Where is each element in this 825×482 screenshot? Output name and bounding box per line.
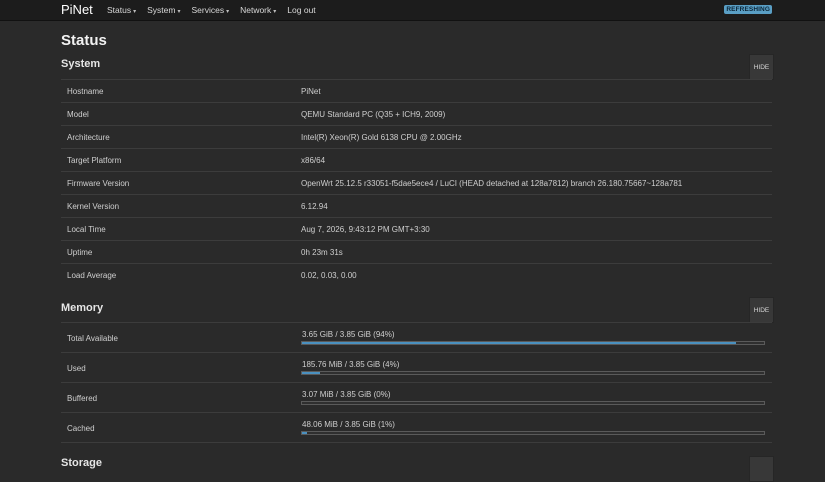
row-value: Aug 7, 2026, 9:43:12 PM GMT+3:30 bbox=[301, 225, 430, 234]
storage-section-title: Storage bbox=[61, 457, 102, 469]
row-label: Kernel Version bbox=[67, 202, 120, 211]
menu-network[interactable]: Network ▾ bbox=[240, 5, 276, 15]
row-value: Intel(R) Xeon(R) Gold 6138 CPU @ 2.00GHz bbox=[301, 133, 462, 142]
row-label: Used bbox=[67, 364, 86, 373]
row-label: Hostname bbox=[67, 87, 104, 96]
page-title: Status bbox=[61, 32, 107, 49]
storage-hide-button[interactable] bbox=[749, 456, 774, 482]
chevron-down-icon: ▾ bbox=[226, 9, 230, 15]
progress-fill bbox=[302, 432, 307, 434]
row-label: Local Time bbox=[67, 225, 106, 234]
memory-hide-button[interactable]: HIDE bbox=[749, 297, 774, 323]
row-value: 0h 23m 31s bbox=[301, 248, 343, 257]
table-row: Firmware Version OpenWrt 25.12.5 r33051-… bbox=[61, 171, 772, 194]
table-row: Target Platform x86/64 bbox=[61, 148, 772, 171]
row-label: Cached bbox=[67, 424, 95, 433]
brand-title[interactable]: PiNet bbox=[61, 2, 93, 17]
progress-bar bbox=[301, 341, 765, 345]
chevron-down-icon: ▾ bbox=[177, 9, 181, 15]
top-navbar: PiNet Status ▾ System ▾ Services ▾ Network ▾… bbox=[0, 0, 825, 21]
table-row: Model QEMU Standard PC (Q35 + ICH9, 2009… bbox=[61, 102, 772, 125]
menu-status[interactable]: Status ▾ bbox=[107, 5, 136, 15]
chevron-down-icon: ▾ bbox=[133, 9, 137, 15]
progress-text: 3.07 MiB / 3.85 GiB (0%) bbox=[302, 390, 391, 399]
table-bottom-border bbox=[61, 442, 772, 443]
row-label: Uptime bbox=[67, 248, 93, 257]
row-value: x86/64 bbox=[301, 156, 326, 165]
main-menu: Status ▾ System ▾ Services ▾ Network ▾ Log o… bbox=[107, 5, 327, 15]
row-label: Buffered bbox=[67, 394, 98, 403]
system-hide-button[interactable]: HIDE bbox=[749, 54, 774, 80]
table-row: Uptime 0h 23m 31s bbox=[61, 240, 772, 263]
progress-fill bbox=[302, 342, 737, 344]
row-label: Target Platform bbox=[67, 156, 122, 165]
table-row: Hostname PiNet bbox=[61, 79, 772, 102]
row-label: Architecture bbox=[67, 133, 110, 142]
row-value: OpenWrt 25.12.5 r33051-f5dae5ece4 / LuCI… bbox=[301, 179, 683, 188]
menu-services[interactable]: Services ▾ bbox=[191, 5, 229, 15]
system-table: Hostname PiNet Model QEMU Standard PC (Q… bbox=[61, 79, 772, 286]
table-row: Buffered 3.07 MiB / 3.85 GiB (0%) bbox=[61, 382, 772, 412]
row-value: PiNet bbox=[301, 87, 321, 96]
progress-text: 48.06 MiB / 3.85 GiB (1%) bbox=[302, 420, 395, 429]
row-value: 6.12.94 bbox=[301, 202, 328, 211]
menu-logout[interactable]: Log out bbox=[287, 5, 315, 15]
refreshing-badge[interactable]: REFRESHING bbox=[724, 5, 772, 14]
table-row: Total Available 3.65 GiB / 3.85 GiB (94%… bbox=[61, 322, 772, 352]
menu-status-label: Status bbox=[107, 5, 132, 15]
row-label: Firmware Version bbox=[67, 179, 130, 188]
table-row: Load Average 0.02, 0.03, 0.00 bbox=[61, 263, 772, 286]
menu-system-label: System bbox=[147, 5, 176, 15]
chevron-down-icon: ▾ bbox=[273, 9, 277, 15]
row-value: QEMU Standard PC (Q35 + ICH9, 2009) bbox=[301, 110, 446, 119]
row-value: 0.02, 0.03, 0.00 bbox=[301, 271, 357, 280]
progress-fill bbox=[302, 372, 321, 374]
progress-bar bbox=[301, 371, 765, 375]
menu-logout-label: Log out bbox=[287, 5, 316, 15]
row-label: Model bbox=[67, 110, 89, 119]
menu-services-label: Services bbox=[191, 5, 225, 15]
system-section-title: System bbox=[61, 58, 101, 70]
progress-text: 3.65 GiB / 3.85 GiB (94%) bbox=[302, 330, 395, 339]
memory-table: Total Available 3.65 GiB / 3.85 GiB (94%… bbox=[61, 322, 772, 443]
memory-section-title: Memory bbox=[61, 302, 104, 314]
row-label: Total Available bbox=[67, 334, 118, 343]
row-label: Load Average bbox=[67, 271, 117, 280]
menu-system[interactable]: System ▾ bbox=[147, 5, 180, 15]
table-row: Cached 48.06 MiB / 3.85 GiB (1%) bbox=[61, 412, 772, 442]
menu-network-label: Network bbox=[240, 5, 272, 15]
table-row: Local Time Aug 7, 2026, 9:43:12 PM GMT+3… bbox=[61, 217, 772, 240]
table-row: Architecture Intel(R) Xeon(R) Gold 6138 … bbox=[61, 125, 772, 148]
progress-text: 185.76 MiB / 3.85 GiB (4%) bbox=[302, 360, 400, 369]
table-row: Kernel Version 6.12.94 bbox=[61, 194, 772, 217]
progress-bar bbox=[301, 431, 765, 435]
progress-bar bbox=[301, 401, 765, 405]
table-row: Used 185.76 MiB / 3.85 GiB (4%) bbox=[61, 352, 772, 382]
